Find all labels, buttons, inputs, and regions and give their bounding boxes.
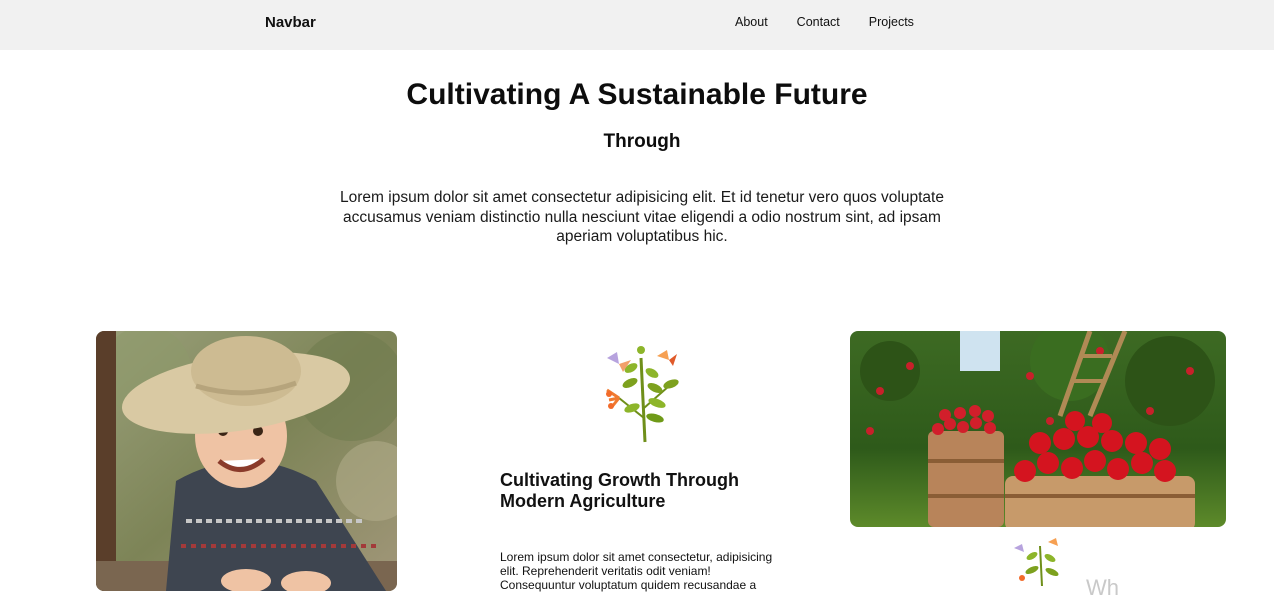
- nav-link-projects[interactable]: Projects: [869, 15, 914, 29]
- hero-text: Lorem ipsum dolor sit amet consectetur a…: [340, 189, 944, 245]
- navbar-brand[interactable]: Navbar: [265, 14, 316, 31]
- hero-title: Cultivating A Sustainable Future: [406, 78, 868, 111]
- navbar: Navbar About Contact Projects: [0, 0, 1274, 50]
- child-photo: [96, 331, 397, 591]
- nav-links: About Contact Projects: [735, 15, 943, 29]
- apple-harvest-photo: [850, 331, 1226, 527]
- partial-heading: Wh: [1086, 575, 1119, 600]
- nav-link-contact[interactable]: Contact: [797, 15, 840, 29]
- feature-text: Lorem ipsum dolor sit amet consectetur, …: [500, 550, 773, 592]
- nav-link-about[interactable]: About: [735, 15, 768, 29]
- plant-illustration-small-icon: [1010, 536, 1066, 587]
- hero-subtitle: Through: [603, 131, 681, 152]
- feature-title: Cultivating Growth Through Modern Agricu…: [500, 470, 739, 511]
- plant-illustration-icon: [597, 338, 687, 444]
